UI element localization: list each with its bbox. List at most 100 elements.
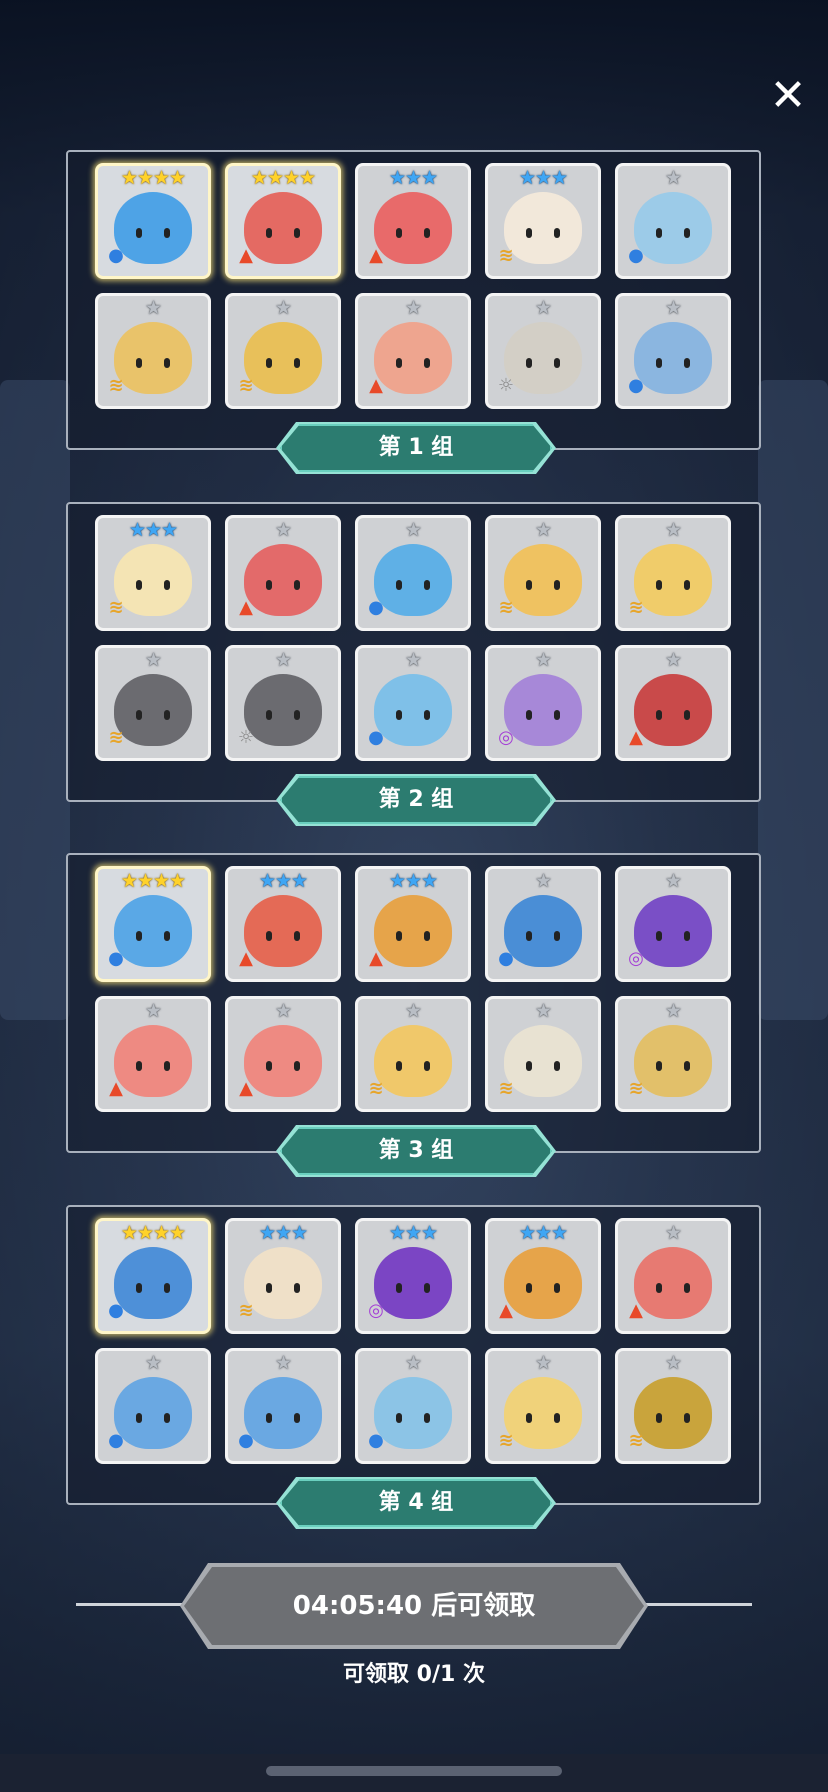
home-indicator[interactable]	[266, 1766, 562, 1776]
hero-card[interactable]: ★ ▲	[355, 293, 471, 409]
dark-element-icon: ◎	[368, 1300, 384, 1321]
star-rating: ★	[534, 297, 552, 319]
water-element-icon: ●	[368, 1430, 384, 1451]
hero-card[interactable]: ★ ☼	[225, 645, 341, 761]
star-rating: ★	[144, 649, 162, 671]
star-rating: ★★★	[258, 1222, 308, 1244]
background-pillar-left	[0, 380, 70, 1020]
water-element-icon: ●	[628, 375, 644, 396]
claim-count-text: 可领取 0/1 次	[343, 1662, 485, 1687]
hero-card[interactable]: ★ ●	[355, 645, 471, 761]
hero-card[interactable]: ★★★ ≋	[95, 515, 211, 631]
hero-card[interactable]: ★ ≋	[485, 996, 601, 1112]
hero-card[interactable]: ★★★ ≋	[485, 163, 601, 279]
star-rating: ★	[534, 649, 552, 671]
star-rating: ★★★★	[120, 167, 186, 189]
fire-element-icon: ▲	[629, 727, 643, 748]
hero-card[interactable]: ★ ≋	[95, 293, 211, 409]
water-element-icon: ●	[628, 245, 644, 266]
hero-card[interactable]: ★ ☼	[485, 293, 601, 409]
divider-right	[640, 1603, 752, 1606]
hero-card[interactable]: ★ ●	[615, 293, 731, 409]
hero-card[interactable]: ★ ≋	[615, 515, 731, 631]
claim-button[interactable]: 04:05:40 后可领取	[184, 1567, 644, 1645]
wind-element-icon: ≋	[108, 597, 124, 618]
hero-card[interactable]: ★★★ ▲	[355, 866, 471, 982]
hero-card[interactable]: ★ ≋	[225, 293, 341, 409]
star-rating: ★	[144, 1000, 162, 1022]
hero-card[interactable]: ★ ▲	[615, 1218, 731, 1334]
hero-card[interactable]: ★ ▲	[95, 996, 211, 1112]
fire-element-icon: ▲	[369, 375, 383, 396]
close-icon[interactable]: ✕	[766, 74, 810, 118]
star-rating: ★★★	[258, 870, 308, 892]
hero-group-4: ★★★★ ● ★★★ ≋ ★★★ ◎ ★★★ ▲ ★ ▲ ★ ● ★ ● ★ ● ★ ≋ ★ ≋ 第 4 组	[66, 1205, 761, 1505]
star-rating: ★	[274, 649, 292, 671]
star-rating: ★	[664, 1000, 682, 1022]
hero-group-2: ★★★ ≋ ★ ▲ ★ ● ★ ≋ ★ ≋ ★ ≋ ★ ☼ ★ ● ★ ◎ ★ ▲ 第 2 组	[66, 502, 761, 802]
hero-card[interactable]: ★ ≋	[95, 645, 211, 761]
star-rating: ★★★	[388, 167, 438, 189]
hero-grid: ★★★★ ● ★★★★ ▲ ★★★ ▲ ★★★ ≋ ★ ● ★ ≋ ★ ≋ ★ ▲ ★ ☼ ★ ●	[95, 163, 731, 409]
hero-grid: ★★★★ ● ★★★ ▲ ★★★ ▲ ★ ● ★ ◎ ★ ▲ ★ ▲ ★ ≋ ★ ≋ ★ ≋	[95, 866, 731, 1112]
water-element-icon: ●	[368, 597, 384, 618]
hero-card[interactable]: ★★★★ ▲	[225, 163, 341, 279]
divider-left	[76, 1603, 188, 1606]
hero-card[interactable]: ★ ●	[615, 163, 731, 279]
hero-card[interactable]: ★ ●	[485, 866, 601, 982]
hero-card[interactable]: ★★★★ ●	[95, 163, 211, 279]
star-rating: ★	[664, 519, 682, 541]
hero-card[interactable]: ★ ▲	[615, 645, 731, 761]
hero-card[interactable]: ★ ◎	[615, 866, 731, 982]
wind-element-icon: ≋	[108, 727, 124, 748]
star-rating: ★	[144, 297, 162, 319]
hero-card[interactable]: ★★★ ◎	[355, 1218, 471, 1334]
hero-card[interactable]: ★ ≋	[485, 515, 601, 631]
star-rating: ★	[404, 1000, 422, 1022]
star-rating: ★	[664, 649, 682, 671]
hero-card[interactable]: ★ ●	[95, 1348, 211, 1464]
dark-element-icon: ◎	[628, 948, 644, 969]
hero-card[interactable]: ★ ●	[355, 1348, 471, 1464]
star-rating: ★★★★	[250, 167, 316, 189]
star-rating: ★★★	[388, 870, 438, 892]
wind-element-icon: ≋	[498, 597, 514, 618]
hero-card[interactable]: ★★★★ ●	[95, 1218, 211, 1334]
hero-card[interactable]: ★★★ ▲	[485, 1218, 601, 1334]
hero-card[interactable]: ★ ≋	[355, 996, 471, 1112]
hero-card[interactable]: ★ ▲	[225, 515, 341, 631]
hero-card[interactable]: ★★★ ▲	[355, 163, 471, 279]
hero-card[interactable]: ★ ◎	[485, 645, 601, 761]
hero-card[interactable]: ★ ●	[225, 1348, 341, 1464]
hero-card[interactable]: ★★★ ▲	[225, 866, 341, 982]
hero-card[interactable]: ★ ●	[355, 515, 471, 631]
wind-element-icon: ≋	[628, 1078, 644, 1099]
background-pillar-right	[758, 380, 828, 1020]
wind-element-icon: ≋	[108, 375, 124, 396]
hero-card[interactable]: ★ ≋	[615, 996, 731, 1112]
water-element-icon: ●	[108, 948, 124, 969]
hero-card[interactable]: ★ ≋	[615, 1348, 731, 1464]
star-rating: ★★★	[388, 1222, 438, 1244]
hero-card[interactable]: ★★★ ≋	[225, 1218, 341, 1334]
water-element-icon: ●	[368, 727, 384, 748]
wind-element-icon: ≋	[628, 597, 644, 618]
hero-card[interactable]: ★★★★ ●	[95, 866, 211, 982]
star-rating: ★★★★	[120, 1222, 186, 1244]
wind-element-icon: ≋	[498, 1430, 514, 1451]
fire-element-icon: ▲	[629, 1300, 643, 1321]
hero-card[interactable]: ★ ≋	[485, 1348, 601, 1464]
hero-card[interactable]: ★ ▲	[225, 996, 341, 1112]
star-rating: ★	[274, 297, 292, 319]
group-banner: 第 1 组	[280, 424, 552, 472]
star-rating: ★★★	[128, 519, 178, 541]
group-banner: 第 4 组	[280, 1479, 552, 1527]
star-rating: ★	[404, 519, 422, 541]
water-element-icon: ●	[498, 948, 514, 969]
wind-element-icon: ≋	[628, 1430, 644, 1451]
fire-element-icon: ▲	[369, 948, 383, 969]
star-rating: ★	[664, 1222, 682, 1244]
wind-element-icon: ≋	[498, 1078, 514, 1099]
wind-element-icon: ≋	[238, 375, 254, 396]
star-rating: ★★★★	[120, 870, 186, 892]
